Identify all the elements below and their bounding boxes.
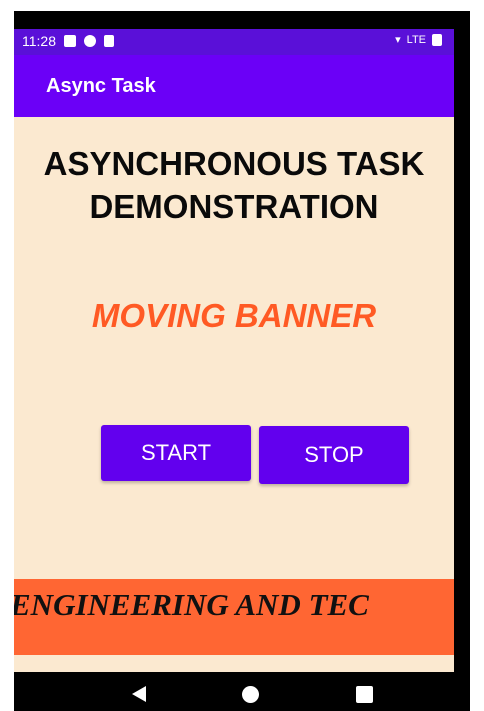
status-time: 11:28 [22, 33, 56, 49]
status-bar: 11:28 ▾ LTE [14, 29, 454, 55]
back-icon[interactable] [132, 686, 146, 702]
moving-banner-label: MOVING BANNER [91, 297, 377, 334]
home-icon[interactable] [242, 686, 259, 703]
sd-card-icon [104, 35, 114, 47]
main-content: ASYNCHRONOUS TASK DEMONSTRATION MOVING B… [14, 117, 454, 672]
clock-icon [84, 35, 96, 47]
start-button[interactable]: START [101, 425, 251, 481]
status-left: 11:28 [22, 33, 114, 49]
battery-icon [432, 33, 442, 46]
page-heading: ASYNCHRONOUS TASK DEMONSTRATION [43, 145, 425, 225]
wifi-icon: ▾ [395, 34, 401, 46]
app-title: Async Task [46, 75, 156, 97]
recent-apps-icon[interactable] [356, 686, 373, 703]
moving-banner: ENGINEERING AND TEC [14, 579, 454, 655]
network-label: LTE [406, 33, 426, 46]
banner-text: ENGINEERING AND TEC [14, 587, 369, 622]
message-icon [64, 35, 76, 47]
app-toolbar: Async Task [14, 55, 454, 117]
stop-button[interactable]: STOP [259, 426, 409, 484]
status-right: ▾ LTE [395, 33, 442, 46]
navigation-bar [14, 672, 470, 711]
